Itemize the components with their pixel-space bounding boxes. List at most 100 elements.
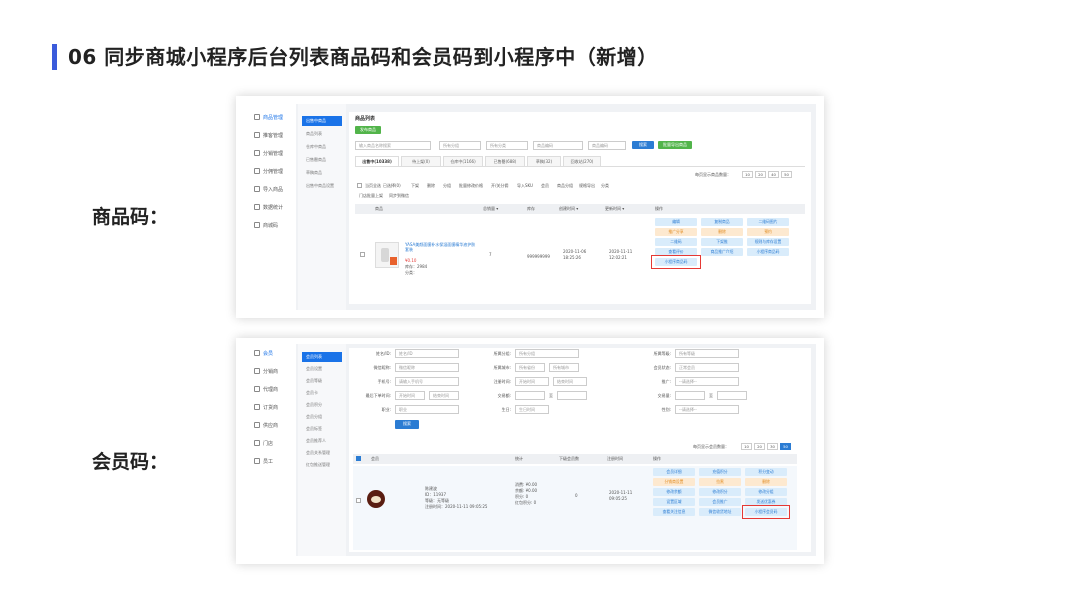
tab-sold-out[interactable]: 已售罄(688): [485, 156, 525, 166]
subnav-sold-out[interactable]: 已售罄商品: [302, 155, 342, 165]
bulk-delete[interactable]: 删除: [427, 183, 435, 189]
op-reserve[interactable]: 预约: [747, 228, 789, 236]
bulk-select-page[interactable]: 当页全选: [365, 183, 381, 189]
op-mini-code-2[interactable]: 小程序商品码: [747, 248, 789, 256]
member-page-size-50[interactable]: 50: [780, 443, 791, 450]
product-search-input[interactable]: 输入商品名称搜索: [355, 141, 431, 150]
subnav-member-tag[interactable]: 会员标签: [302, 424, 342, 434]
product-name[interactable]: YASA美颜面膜补水保湿面膜精华液护肤套装: [405, 242, 477, 252]
select-all-checkbox[interactable]: [357, 183, 362, 188]
subnav-settings[interactable]: 出售中商品设置: [302, 181, 342, 191]
op-edit-points[interactable]: 修改积分: [699, 488, 741, 496]
subnav-goods-list[interactable]: 商品列表: [302, 129, 342, 139]
volume-min[interactable]: [675, 391, 705, 400]
op-set-region[interactable]: 设置区域: [653, 498, 695, 506]
col-updated[interactable]: 更新时间 ▾: [605, 204, 624, 214]
bulk-category[interactable]: 分类: [601, 183, 609, 189]
op-copy[interactable]: 复制商品: [701, 218, 743, 226]
type-select[interactable]: 所有分类: [486, 141, 528, 150]
op-follow-info[interactable]: 查看关注信息: [653, 508, 695, 516]
member-row-checkbox[interactable]: [356, 498, 361, 503]
member-search-button[interactable]: 搜索: [395, 420, 419, 429]
sidebar-item-orderer[interactable]: 订货商: [254, 404, 278, 411]
phone-input[interactable]: 请输入手机号: [395, 377, 459, 386]
op-set-distributor[interactable]: 分销商设置: [653, 478, 695, 486]
name-input[interactable]: 姓名/ID: [395, 349, 459, 358]
subnav-member-relation[interactable]: 会员关系管理: [302, 448, 342, 458]
tab-warehouse[interactable]: 仓库中(1166): [443, 156, 483, 166]
bulk-import-sku[interactable]: 导入SKU: [517, 183, 533, 189]
subnav-draft[interactable]: 草稿商品: [302, 168, 342, 178]
sidebar-item-store[interactable]: 门店: [254, 440, 273, 447]
lastorder-start[interactable]: 开始时间: [395, 391, 425, 400]
op-member-promo[interactable]: 会员推广: [699, 498, 741, 506]
sidebar-item-agent[interactable]: 代理商: [254, 386, 278, 393]
nickname-input[interactable]: 微信昵称: [395, 363, 459, 372]
status-select[interactable]: 正常会员: [675, 363, 739, 372]
op-recharge-points[interactable]: 充值积分: [699, 468, 741, 476]
col-sales[interactable]: 总销量 ▾: [483, 204, 498, 214]
row-checkbox[interactable]: [360, 252, 365, 257]
code-input[interactable]: 商品编码: [533, 141, 583, 150]
member-select-all[interactable]: [356, 456, 361, 461]
op-edit[interactable]: 编辑: [655, 218, 697, 226]
subnav-redpacket[interactable]: 红包推送管理: [302, 460, 342, 470]
op-promote[interactable]: 推广分享: [655, 228, 697, 236]
amount-min[interactable]: [515, 391, 545, 400]
sidebar-item-tuike[interactable]: 推客管理: [254, 132, 283, 139]
op-member-delete[interactable]: 删除: [745, 478, 787, 486]
subnav-on-sale[interactable]: 出售中商品: [302, 116, 342, 126]
tab-on-sale[interactable]: 出售中(10338): [355, 156, 399, 166]
sidebar-item-import[interactable]: 导入商品: [254, 186, 283, 193]
province-select[interactable]: 所有省份: [515, 363, 545, 372]
sidebar-item-member[interactable]: 会员: [254, 350, 273, 357]
op-qr-image[interactable]: 二维码图片: [747, 218, 789, 226]
bulk-commission[interactable]: 开/关分佣: [491, 183, 508, 189]
op-wechat-address[interactable]: 微信收货地址: [699, 508, 741, 516]
op-member-detail[interactable]: 会员详细: [653, 468, 695, 476]
op-points-change[interactable]: 积分变动: [745, 468, 787, 476]
page-size-20[interactable]: 20: [755, 171, 766, 178]
op-edit-balance[interactable]: 修改余额: [653, 488, 695, 496]
op-offshelf[interactable]: 下架推: [701, 238, 743, 246]
col-created[interactable]: 创建时间 ▾: [559, 204, 578, 214]
regtime-start[interactable]: 开始时间: [515, 377, 549, 386]
bulk-group[interactable]: 分组: [443, 183, 451, 189]
bulk-store-onshelf[interactable]: 门店批量上架: [359, 193, 383, 199]
export-button[interactable]: 批量导出商品: [658, 141, 692, 149]
bulk-sync-wechat[interactable]: 同步到微信: [389, 193, 409, 199]
op-blacklist[interactable]: 拉黑: [699, 478, 741, 486]
member-page-size-10[interactable]: 10: [741, 443, 752, 450]
level-select[interactable]: 所有等级: [675, 349, 739, 358]
regtime-end[interactable]: 结束时间: [553, 377, 587, 386]
bulk-goods-group[interactable]: 商品分组: [557, 183, 573, 189]
lastorder-end[interactable]: 结束时间: [429, 391, 459, 400]
sidebar-item-qrcode[interactable]: 商城码: [254, 222, 278, 229]
sidebar-item-staff[interactable]: 员工: [254, 458, 273, 465]
subnav-member-referrer[interactable]: 会员推荐人: [302, 436, 342, 446]
search-button[interactable]: 搜索: [632, 141, 654, 149]
bulk-offshelf[interactable]: 下架: [411, 183, 419, 189]
promo-select[interactable]: --请选择--: [675, 377, 739, 386]
subnav-member-settings[interactable]: 会员设置: [302, 364, 342, 374]
subnav-member-list[interactable]: 会员列表: [302, 352, 342, 362]
birthday-input[interactable]: 生日时间: [515, 405, 549, 414]
op-promo-intro[interactable]: 商品推广介绍: [701, 248, 743, 256]
op-spec-stock[interactable]: 规则与库存设置: [747, 238, 789, 246]
sidebar-item-goods[interactable]: 商品管理: [254, 114, 283, 121]
subnav-member-card[interactable]: 会员卡: [302, 388, 342, 398]
tab-draft[interactable]: 草稿(32): [527, 156, 561, 166]
bulk-member[interactable]: 会员: [541, 183, 549, 189]
add-product-button[interactable]: 发布商品: [355, 126, 381, 134]
bulk-edit-price[interactable]: 批量修改价格: [459, 183, 483, 189]
bulk-spec-export[interactable]: 规格导出: [579, 183, 595, 189]
op-edit-group[interactable]: 修改分组: [745, 488, 787, 496]
sidebar-item-supplier[interactable]: 供应商: [254, 422, 278, 429]
op-delete[interactable]: 删除: [701, 228, 743, 236]
sidebar-item-stats[interactable]: 数据统计: [254, 204, 283, 211]
amount-max[interactable]: [557, 391, 587, 400]
page-size-50[interactable]: 50: [781, 171, 792, 178]
member-page-size-20[interactable]: 20: [754, 443, 765, 450]
group-select[interactable]: 所有分组: [439, 141, 481, 150]
job-input[interactable]: 职业: [395, 405, 459, 414]
